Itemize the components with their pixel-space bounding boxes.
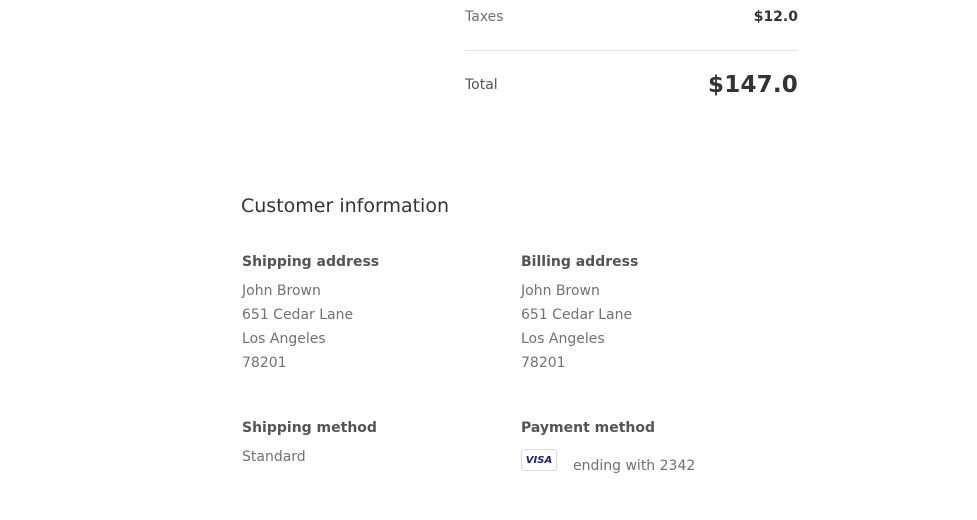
shipping-address-name: John Brown [242, 283, 321, 299]
card-ending-text: ending with 2342 [573, 458, 696, 474]
shipping-address-lines: John Brown 651 Cedar Lane Los Angeles 78… [242, 279, 502, 375]
total-row: Total $147.0 [465, 72, 798, 98]
billing-address-zip: 78201 [521, 355, 566, 371]
payment-method-section: Payment method VISA ending with 2342 [521, 419, 781, 474]
taxes-row: Taxes $12.0 [465, 0, 798, 34]
shipping-address-street: 651 Cedar Lane [242, 307, 354, 323]
taxes-value: $12.0 [753, 9, 798, 25]
shipping-method-section: Shipping method Standard [242, 419, 502, 469]
order-totals: Taxes $12.0 Total $147.0 [465, 0, 798, 98]
billing-address-heading: Billing address [521, 254, 639, 270]
shipping-address-heading: Shipping address [242, 254, 380, 270]
billing-address-section: Billing address John Brown 651 Cedar Lan… [521, 253, 781, 375]
taxes-label: Taxes [465, 9, 504, 25]
shipping-address-city: Los Angeles [242, 331, 326, 347]
payment-method-heading: Payment method [521, 420, 656, 436]
visa-card-icon: VISA [521, 449, 557, 471]
totals-divider [465, 50, 798, 51]
billing-address-lines: John Brown 651 Cedar Lane Los Angeles 78… [521, 279, 781, 375]
shipping-method-heading: Shipping method [242, 420, 377, 436]
shipping-address-section: Shipping address John Brown 651 Cedar La… [242, 253, 502, 375]
order-status-page: Taxes $12.0 Total $147.0 Customer inform… [0, 0, 977, 520]
billing-address-name: John Brown [521, 283, 600, 299]
shipping-address-zip: 78201 [242, 355, 287, 371]
customer-information-title: Customer information [241, 195, 449, 217]
billing-address-street: 651 Cedar Lane [521, 307, 633, 323]
total-value: $147.0 [708, 72, 798, 98]
payment-method-row: VISA ending with 2342 [521, 449, 781, 474]
shipping-method-value: Standard [242, 449, 306, 465]
shipping-method-lines: Standard [242, 445, 502, 469]
total-label: Total [465, 77, 498, 93]
billing-address-city: Los Angeles [521, 331, 605, 347]
